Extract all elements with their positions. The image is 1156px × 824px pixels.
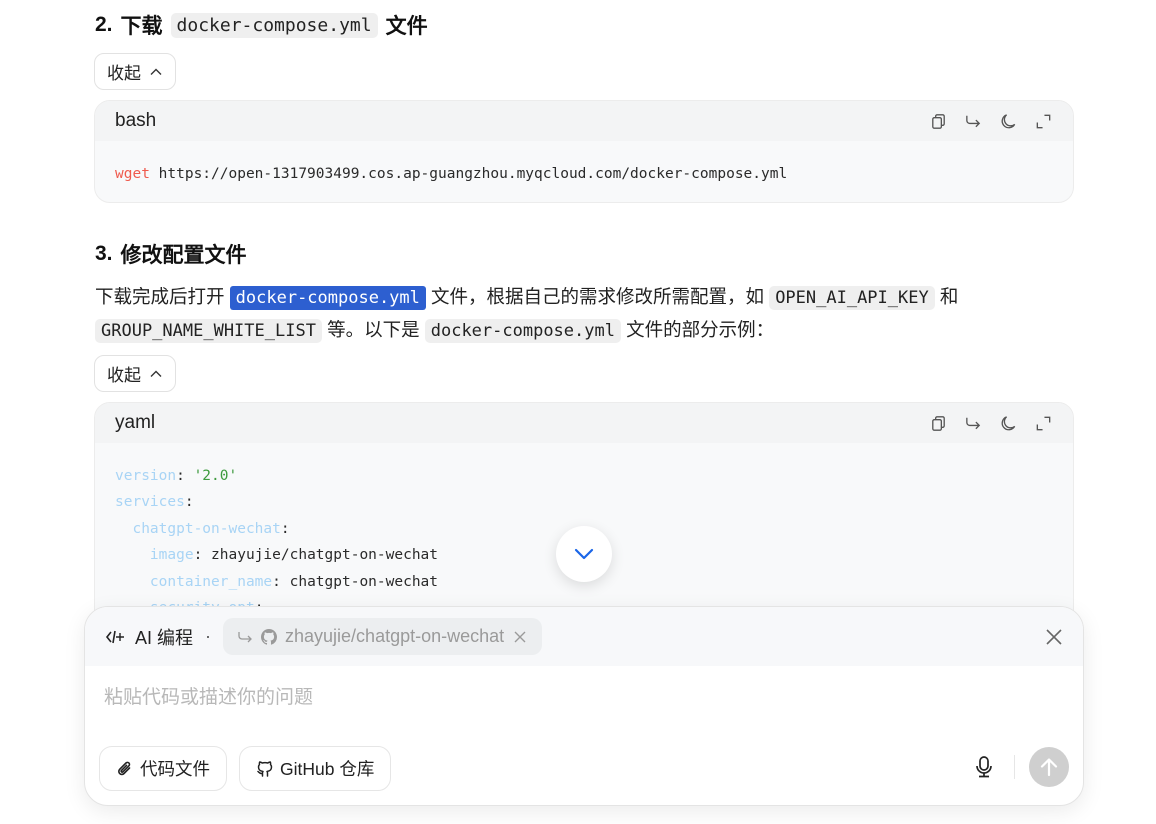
heading-text-suffix: 文件 <box>385 15 428 38</box>
github-icon <box>261 628 278 645</box>
para-text: 和 <box>939 286 959 307</box>
code-block-header: yaml <box>95 403 1073 443</box>
microphone-button[interactable] <box>973 755 995 784</box>
code-language-label: bash <box>115 110 157 131</box>
yaml-separator: : <box>272 573 290 590</box>
composer-header: AI 编程 · zhayujie/chatgpt-on-wechat <box>85 607 1083 666</box>
moon-icon[interactable] <box>999 414 1018 433</box>
yaml-value: chatgpt-on-wechat <box>289 573 439 590</box>
para-text: 下载完成后打开 <box>95 286 225 307</box>
inline-code-selected: docker-compose.yml <box>229 286 426 310</box>
heading-number: 2. <box>95 13 113 36</box>
section-3-paragraph: 下载完成后打开 docker-compose.yml 文件，根据自己的需求修改所… <box>95 281 1075 347</box>
wrap-arrow-icon[interactable] <box>964 414 983 433</box>
close-icon <box>1046 628 1062 645</box>
code-toolbar <box>929 112 1053 131</box>
github-repo-label: GitHub 仓库 <box>280 759 375 779</box>
code-args: https://open-1317903499.cos.ap-guangzhou… <box>149 166 788 182</box>
repo-chip[interactable]: zhayujie/chatgpt-on-wechat <box>223 618 543 655</box>
copy-icon[interactable] <box>929 112 948 131</box>
heading-inline-code: docker-compose.yml <box>170 12 378 38</box>
microphone-icon <box>976 756 992 778</box>
ai-composer: AI 编程 · zhayujie/chatgpt-on-wechat 代码文件 … <box>84 606 1084 806</box>
moon-icon[interactable] <box>999 112 1018 131</box>
code-block-bash: bash wget https://open-1317903499.cos.ap… <box>94 100 1074 203</box>
chevron-up-icon <box>150 68 162 75</box>
close-composer-button[interactable] <box>1045 628 1063 646</box>
section-2-heading: 2. 下载 docker-compose.yml 文件 <box>95 8 428 42</box>
code-sparkle-icon <box>105 630 124 643</box>
paperclip-icon <box>118 761 131 775</box>
scroll-to-bottom-button[interactable] <box>556 526 612 582</box>
yaml-value: zhayujie/chatgpt-on-wechat <box>211 547 439 564</box>
reply-arrow-icon <box>238 631 252 642</box>
collapse-label: 收起 <box>107 366 141 385</box>
code-file-label: 代码文件 <box>140 759 210 779</box>
collapse-button-bash[interactable]: 收起 <box>94 53 176 90</box>
github-repo-button[interactable]: GitHub 仓库 <box>239 746 392 791</box>
yaml-value: '2.0' <box>193 468 238 484</box>
toolbar-divider <box>1014 755 1015 779</box>
yaml-key: version <box>115 468 177 484</box>
send-button[interactable] <box>1029 747 1069 787</box>
heading-text: 下载 <box>120 15 163 38</box>
code-toolbar <box>929 414 1053 433</box>
expand-icon[interactable] <box>1034 112 1053 131</box>
code-command: wget <box>115 166 150 182</box>
yaml-separator: : <box>280 520 290 537</box>
copy-icon[interactable] <box>929 414 948 433</box>
separator-dot: · <box>205 626 212 646</box>
heading-text: 修改配置文件 <box>120 244 247 267</box>
prompt-input[interactable] <box>104 687 1004 709</box>
ai-mode-label: AI 编程 <box>105 624 193 650</box>
chevron-up-icon <box>150 370 162 377</box>
yaml-key: image <box>149 547 194 564</box>
repo-chip-label: zhayujie/chatgpt-on-wechat <box>285 626 505 646</box>
yaml-separator: : <box>176 468 194 484</box>
yaml-key: chatgpt-on-wechat <box>132 520 281 537</box>
inline-code: docker-compose.yml <box>424 319 621 343</box>
collapse-label: 收起 <box>107 64 141 83</box>
expand-icon[interactable] <box>1034 414 1053 433</box>
code-file-button[interactable]: 代码文件 <box>99 746 227 791</box>
arrow-up-icon <box>1040 758 1058 777</box>
code-block-header: bash <box>95 101 1073 141</box>
section-3-heading: 3. 修改配置文件 <box>95 237 247 271</box>
yaml-key: container_name <box>149 573 273 590</box>
para-text: 文件的部分示例： <box>626 319 775 340</box>
heading-number: 3. <box>95 242 113 265</box>
wrap-arrow-icon[interactable] <box>964 112 983 131</box>
inline-code: GROUP_NAME_WHITE_LIST <box>95 319 322 343</box>
collapse-button-yaml[interactable]: 收起 <box>94 355 176 392</box>
yaml-key: services <box>115 494 185 511</box>
code-language-label: yaml <box>115 412 156 433</box>
code-line: version: '2.0' <box>115 463 1053 489</box>
para-text: 文件，根据自己的需求修改所需配置，如 <box>431 286 765 307</box>
yaml-separator: : <box>193 547 212 564</box>
github-icon <box>257 760 273 777</box>
code-body-bash: wget https://open-1317903499.cos.ap-guan… <box>95 141 1073 202</box>
code-line: services: <box>115 489 1053 515</box>
ai-mode-text: AI 编程 <box>135 627 194 648</box>
inline-code: OPEN_AI_API_KEY <box>769 286 935 310</box>
remove-repo-icon[interactable] <box>512 629 528 645</box>
para-text: 等。以下是 <box>327 319 420 340</box>
yaml-separator: : <box>184 494 194 511</box>
chevron-down-icon <box>574 548 594 560</box>
